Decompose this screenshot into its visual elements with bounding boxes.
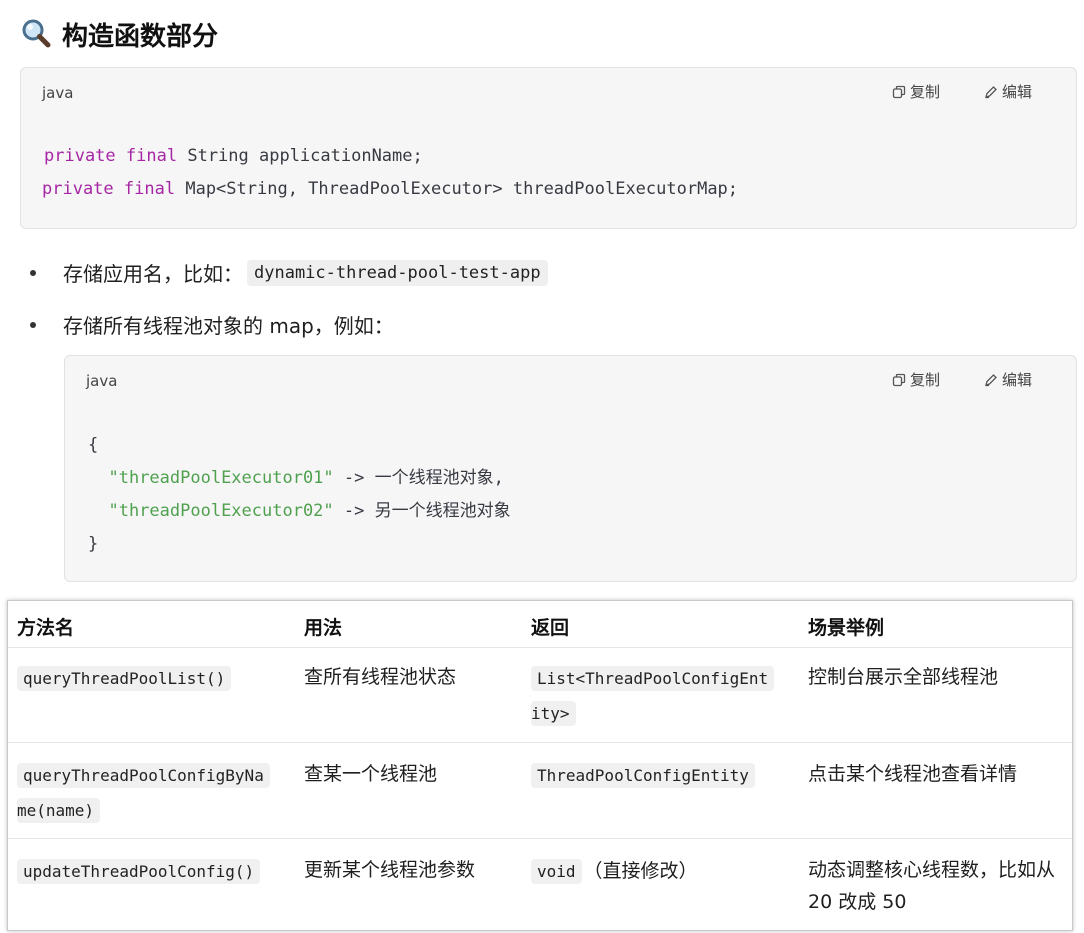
table-header-method: 方法名 bbox=[17, 617, 75, 639]
code-text: Map<String, ThreadPoolExecutor> threadPo… bbox=[185, 179, 739, 199]
table-header-usage: 用法 bbox=[304, 617, 343, 639]
cell-scene: 动态调整核心线程数，比如从 20 改成 50 bbox=[808, 853, 1068, 919]
bullet-dot bbox=[30, 321, 36, 328]
cell-method: queryThreadPoolList() bbox=[17, 661, 232, 696]
edit-label: 编辑 bbox=[1001, 371, 1032, 389]
cell-usage: 查所有线程池状态 bbox=[304, 666, 457, 688]
table-divider bbox=[8, 742, 1072, 743]
code-block-fields: java 复制 编辑 private final String applicat… bbox=[20, 67, 1077, 229]
code-block-header: java 复制 编辑 bbox=[21, 68, 1076, 116]
edit-button[interactable]: 编辑 bbox=[984, 369, 1032, 390]
code-keyword: private bbox=[42, 179, 114, 199]
table-header-scene: 场景举例 bbox=[808, 617, 885, 639]
code-string: "threadPoolExecutor01" bbox=[108, 468, 334, 488]
table-divider bbox=[8, 838, 1072, 839]
methods-table: 方法名 用法 返回 场景举例 queryThreadPoolList() 查所有… bbox=[7, 600, 1073, 931]
cell-usage: 更新某个线程池参数 bbox=[304, 859, 476, 881]
code-keyword: final bbox=[125, 146, 178, 166]
edit-label: 编辑 bbox=[1001, 83, 1032, 101]
code-text: } bbox=[88, 534, 99, 554]
copy-button[interactable]: 复制 bbox=[892, 81, 940, 102]
copy-icon bbox=[892, 373, 906, 386]
inline-code: ThreadPoolConfigEntity bbox=[531, 763, 755, 788]
pencil-icon bbox=[985, 85, 997, 98]
code-block-header: java 复制 编辑 bbox=[65, 356, 1076, 404]
page-title: 构造函数部分 bbox=[62, 21, 219, 52]
code-language-label: java bbox=[42, 84, 74, 102]
code-text: -> 另一个线程池对象 bbox=[333, 501, 511, 521]
table-divider bbox=[8, 647, 1072, 648]
inline-code: ity> bbox=[531, 701, 576, 726]
code-string: "threadPoolExecutor02" bbox=[108, 501, 334, 521]
code-content: { "threadPoolExecutor01" -> 一个线程池对象, "th… bbox=[88, 429, 511, 561]
cell-scene-line: 动态调整核心线程数，比如从 bbox=[808, 859, 1056, 881]
copy-label: 复制 bbox=[909, 371, 940, 389]
table-header-return: 返回 bbox=[531, 617, 570, 639]
list-item: 存储应用名，比如： dynamic-thread-pool-test-app bbox=[30, 258, 548, 287]
inline-code: void bbox=[531, 859, 582, 884]
cell-return-note: （直接修改） bbox=[583, 860, 698, 882]
cell-method: queryThreadPoolConfigByNa me(name) bbox=[17, 758, 270, 828]
inline-code: dynamic-thread-pool-test-app bbox=[247, 259, 548, 286]
magnifier-icon bbox=[22, 19, 51, 48]
cell-scene: 控制台展示全部线程池 bbox=[808, 666, 999, 688]
copy-button[interactable]: 复制 bbox=[892, 369, 940, 390]
inline-code: queryThreadPoolConfigByNa bbox=[17, 763, 270, 788]
inline-code: me(name) bbox=[17, 798, 101, 823]
cell-scene: 点击某个线程池查看详情 bbox=[808, 763, 1018, 785]
cell-scene-line: 20 改成 50 bbox=[808, 891, 907, 913]
inline-code: queryThreadPoolList() bbox=[17, 666, 232, 691]
list-item: 存储所有线程池对象的 map，例如： bbox=[30, 310, 394, 339]
inline-code: updateThreadPoolConfig() bbox=[17, 859, 261, 884]
cell-return: ThreadPoolConfigEntity bbox=[531, 758, 755, 793]
cell-return: List<ThreadPoolConfigEnt ity> bbox=[531, 661, 775, 731]
pencil-icon bbox=[985, 373, 997, 386]
bullet-dot bbox=[30, 269, 36, 276]
copy-label: 复制 bbox=[909, 83, 940, 101]
code-keyword: final bbox=[123, 179, 176, 199]
cell-return: void （直接修改） bbox=[531, 854, 698, 889]
list-item-text: 存储应用名，比如： bbox=[63, 262, 243, 286]
list-item-text: 存储所有线程池对象的 map，例如： bbox=[63, 314, 394, 338]
code-text: String applicationName; bbox=[187, 146, 423, 166]
code-keyword: private bbox=[44, 146, 116, 166]
code-text: { bbox=[88, 435, 99, 455]
section-heading: 构造函数部分 bbox=[20, 14, 218, 54]
code-block-map-example: java 复制 编辑 { "threadPoolExecutor01" -> 一… bbox=[64, 355, 1077, 582]
inline-code: List<ThreadPoolConfigEnt bbox=[531, 666, 775, 691]
edit-button[interactable]: 编辑 bbox=[984, 81, 1032, 102]
cell-method: updateThreadPoolConfig() bbox=[17, 854, 261, 889]
code-text: -> 一个线程池对象, bbox=[333, 468, 504, 488]
cell-usage: 查某一个线程池 bbox=[304, 763, 438, 785]
copy-icon bbox=[892, 85, 906, 98]
code-content: private final String applicationName; pr… bbox=[42, 140, 739, 206]
code-language-label: java bbox=[86, 372, 118, 390]
